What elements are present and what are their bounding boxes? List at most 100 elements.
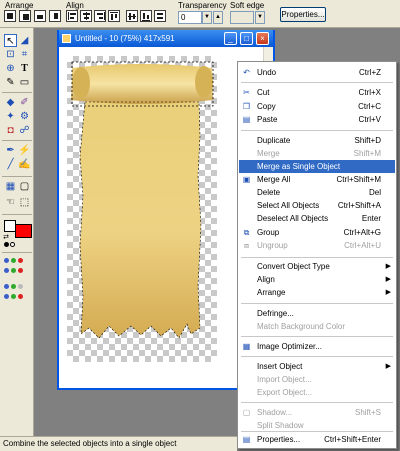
soft-edge-dropdown-icon[interactable]: ▼: [255, 11, 265, 24]
minimize-icon[interactable]: _: [224, 32, 237, 45]
menu-item-duplicate[interactable]: Duplicate Shift+D: [239, 134, 395, 147]
menu-item-undo[interactable]: ↶ Undo Ctrl+Z: [239, 66, 395, 79]
color-red-dot-2[interactable]: [18, 268, 23, 273]
menu-item-group[interactable]: ⧉ Group Ctrl+Alt+G: [239, 226, 395, 239]
marquee-tool-icon[interactable]: ⬚: [18, 196, 31, 209]
submenu-arrow-icon: ▶: [385, 263, 391, 270]
pick-tool-icon[interactable]: ↖: [4, 34, 17, 47]
submenu-arrow-icon: ▶: [385, 276, 391, 283]
frame-icon[interactable]: ▢: [18, 180, 31, 193]
send-back-icon[interactable]: [49, 10, 61, 22]
color-red-dot-4[interactable]: [18, 294, 23, 299]
align-label: Align: [66, 1, 84, 10]
menu-item-match-background-color[interactable]: Match Background Color: [239, 320, 395, 333]
color-green-dot[interactable]: [11, 258, 16, 263]
background-color-swatch[interactable]: [15, 224, 32, 238]
reset-colors-icon[interactable]: [10, 242, 15, 247]
menu-item-ungroup[interactable]: ⧈ Ungroup Ctrl+Alt+U: [239, 239, 395, 252]
bring-forward-icon[interactable]: [19, 10, 31, 22]
menu-item-merge[interactable]: Merge Shift+M: [239, 147, 395, 160]
menu-item-copy[interactable]: ❐ Copy Ctrl+C: [239, 100, 395, 113]
transparency-input[interactable]: 0: [178, 11, 202, 24]
status-bar: Combine the selected objects into a sing…: [0, 436, 237, 451]
arrange-label: Arrange: [5, 1, 34, 10]
eraser-tool-icon[interactable]: ◘: [4, 124, 17, 137]
document-titlebar[interactable]: Untitled - 10 (75%) 417x591 _ □ ×: [59, 30, 273, 47]
send-backward-icon[interactable]: [34, 10, 46, 22]
menu-item-select-all-objects[interactable]: Select All Objects Ctrl+Shift+A: [239, 199, 395, 212]
soft-edge-label: Soft edge: [230, 1, 265, 10]
menu-item-delete[interactable]: Delete Del: [239, 186, 395, 199]
menu-item-merge-all[interactable]: ▣ Merge All Ctrl+Shift+M: [239, 173, 395, 186]
color-blue-dot-2[interactable]: [4, 268, 9, 273]
align-center-icon[interactable]: [80, 10, 92, 22]
menu-item-cut[interactable]: ✂ Cut Ctrl+X: [239, 86, 395, 99]
menu-item-insert-object[interactable]: Insert Object ▶: [239, 360, 395, 373]
swap-colors-icon[interactable]: ⇄: [2, 234, 10, 242]
magic-wand-tool-icon[interactable]: ⚡: [18, 144, 31, 157]
color-blue-dot-3[interactable]: [4, 284, 9, 289]
smudge-tool-icon[interactable]: ☍: [18, 124, 31, 137]
align-top-icon[interactable]: [108, 10, 120, 22]
pen-tool-icon[interactable]: ✎: [4, 76, 17, 89]
parchment-scroll-image[interactable]: [67, 56, 217, 362]
menu-item-arrange[interactable]: Arrange ▶: [239, 286, 395, 299]
paintbrush-tool-icon[interactable]: ✐: [18, 96, 31, 109]
bring-front-icon[interactable]: [4, 10, 16, 22]
retouch-tool-icon[interactable]: ✦: [4, 110, 17, 123]
color-red-dot[interactable]: [18, 258, 23, 263]
menu-item-import-object[interactable]: Import Object...: [239, 373, 395, 386]
properties-button[interactable]: Properties...: [280, 7, 326, 22]
menu-item-paste[interactable]: ▤ Paste Ctrl+V: [239, 113, 395, 126]
scissors-icon: ✂: [243, 88, 250, 97]
merge-all-icon: ▣: [242, 175, 251, 184]
shape-tool-icon[interactable]: ✍: [18, 158, 31, 171]
align-right-icon[interactable]: [94, 10, 106, 22]
menu-item-convert-object-type[interactable]: Convert Object Type ▶: [239, 260, 395, 273]
menu-item-shadow[interactable]: ▢ Shadow... Shift+S: [239, 406, 395, 419]
clone-tool-icon[interactable]: ⚙: [18, 110, 31, 123]
submenu-arrow-icon: ▶: [385, 289, 391, 296]
ungroup-icon: ⧈: [243, 241, 250, 250]
color-blue-dot-4[interactable]: [4, 294, 9, 299]
color-blue-dot[interactable]: [4, 258, 9, 263]
menu-item-defringe[interactable]: Defringe...: [239, 307, 395, 320]
color-green-dot-4[interactable]: [11, 294, 16, 299]
document-title: Untitled - 10 (75%) 417x591: [75, 34, 175, 43]
grid-icon[interactable]: ▦: [4, 180, 17, 193]
menu-item-export-object[interactable]: Export Object...: [239, 386, 395, 399]
color-green-dot-3[interactable]: [11, 284, 16, 289]
path-edit-tool-icon[interactable]: ◢: [18, 34, 31, 47]
crop-tool-icon[interactable]: ⌗: [18, 48, 31, 61]
hand-tool-icon[interactable]: ☜: [4, 196, 17, 209]
menu-item-align[interactable]: Align ▶: [239, 273, 395, 286]
zoom-tool-icon[interactable]: ⊕: [4, 62, 17, 75]
color-gray-dot[interactable]: [18, 284, 23, 289]
eyedropper-tool-icon[interactable]: ✒: [4, 144, 17, 157]
menu-item-image-optimizer[interactable]: ▦ Image Optimizer...: [239, 340, 395, 353]
distribute-icon[interactable]: [154, 10, 166, 22]
align-bottom-icon[interactable]: [140, 10, 152, 22]
text-tool-icon[interactable]: T: [18, 62, 31, 75]
maximize-icon[interactable]: □: [240, 32, 253, 45]
align-left-icon[interactable]: [66, 10, 78, 22]
color-green-dot-2[interactable]: [11, 268, 16, 273]
close-icon[interactable]: ×: [256, 32, 269, 45]
line-tool-icon[interactable]: ╱: [4, 158, 17, 171]
menu-item-merge-as-single-object[interactable]: Merge as Single Object: [239, 160, 395, 173]
soft-edge-input[interactable]: [230, 11, 254, 24]
align-middle-icon[interactable]: [126, 10, 138, 22]
menu-item-deselect-all-objects[interactable]: Deselect All Objects Enter: [239, 212, 395, 225]
outline-tool-icon[interactable]: ▭: [18, 76, 31, 89]
transform-tool-icon[interactable]: ⊡: [4, 48, 17, 61]
menu-item-properties[interactable]: ▤ Properties... Ctrl+Shift+Enter: [239, 433, 395, 446]
default-colors-icon[interactable]: [4, 242, 9, 247]
undo-icon: ↶: [243, 68, 250, 77]
fill-tool-icon[interactable]: ◆: [4, 96, 17, 109]
transparency-dropdown-icon[interactable]: ▼: [202, 11, 212, 24]
transparency-label: Transparency: [178, 1, 227, 10]
image-canvas[interactable]: [67, 56, 217, 362]
properties-icon: ▤: [242, 435, 251, 444]
shadow-icon: ▢: [242, 408, 251, 417]
transparency-slider-icon[interactable]: ▲: [213, 11, 223, 24]
